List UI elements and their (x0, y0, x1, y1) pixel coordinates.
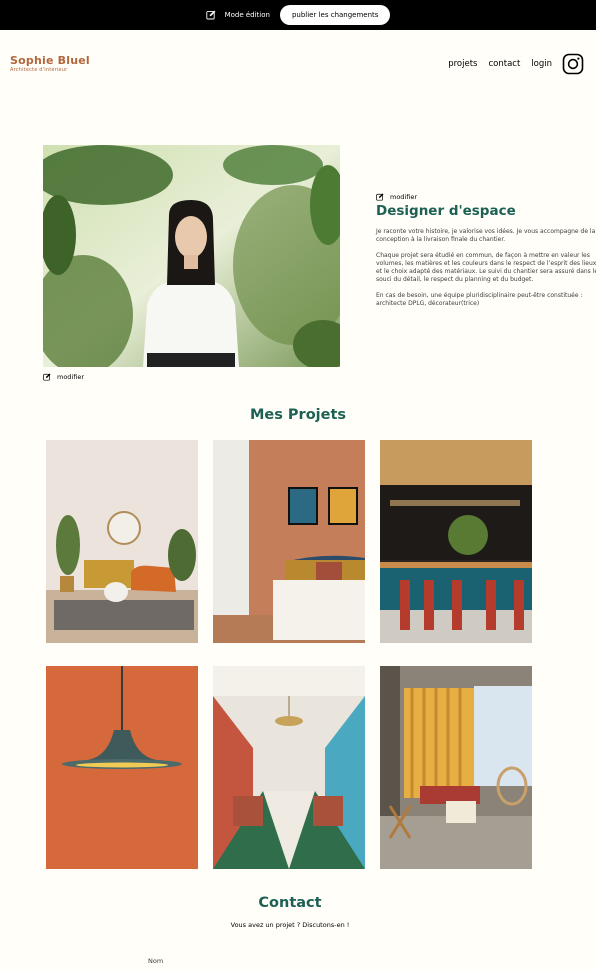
gallery-item-living-room[interactable] (46, 440, 198, 643)
introduction-paragraph: Chaque projet sera étudié en commun, de … (376, 252, 596, 283)
edit-icon (43, 373, 51, 381)
edit-icon (205, 10, 215, 20)
introduction-title: Designer d'espace (376, 203, 516, 219)
logo-subtitle: Architecte d'intérieur (10, 67, 68, 73)
modify-text-button[interactable]: modifier (376, 193, 596, 201)
edit-mode-label: Mode édition (224, 11, 270, 19)
contact-subtitle: Vous avez un projet ? Discutons-en ! (230, 921, 350, 929)
gallery-item-pendant-lamp[interactable] (46, 666, 198, 869)
gallery-item-dining-hall[interactable] (213, 666, 365, 869)
modify-text-label: modifier (390, 193, 418, 201)
name-field-label: Nom (148, 957, 164, 965)
gallery-item-bedroom[interactable] (213, 440, 365, 643)
gallery-item-patio-lounge[interactable] (380, 666, 532, 869)
logo[interactable]: Sophie Bluel Architecte d'intérieur (10, 54, 90, 74)
main-nav: projets contact login (437, 53, 584, 75)
edit-mode-indicator[interactable]: Mode édition (205, 10, 270, 20)
modify-photo-button[interactable]: modifier (43, 373, 84, 381)
nav-link-projects[interactable]: projets (448, 59, 477, 69)
edit-mode-bar: Mode édition publier les changements (0, 0, 596, 30)
gallery-item-bar[interactable] (380, 440, 532, 643)
contact-title: Contact (258, 895, 322, 911)
logo-title: Sophie Bluel (10, 54, 90, 67)
introduction-paragraph: Je raconte votre histoire, je valorise v… (376, 228, 596, 243)
nav-link-login[interactable]: login (531, 59, 552, 69)
modify-photo-label: modifier (57, 373, 85, 381)
introduction-text: modifier Designer d'espace Je raconte vo… (376, 193, 596, 316)
edit-icon (376, 193, 384, 201)
projects-title: Mes Projets (249, 407, 347, 423)
nav-link-contact[interactable]: contact (488, 59, 520, 69)
introduction-paragraph: En cas de besoin, une équipe pluridiscip… (376, 292, 583, 307)
introduction-photo (43, 145, 340, 367)
publish-changes-button[interactable]: publier les changements (279, 5, 391, 25)
instagram-icon[interactable] (562, 53, 584, 75)
